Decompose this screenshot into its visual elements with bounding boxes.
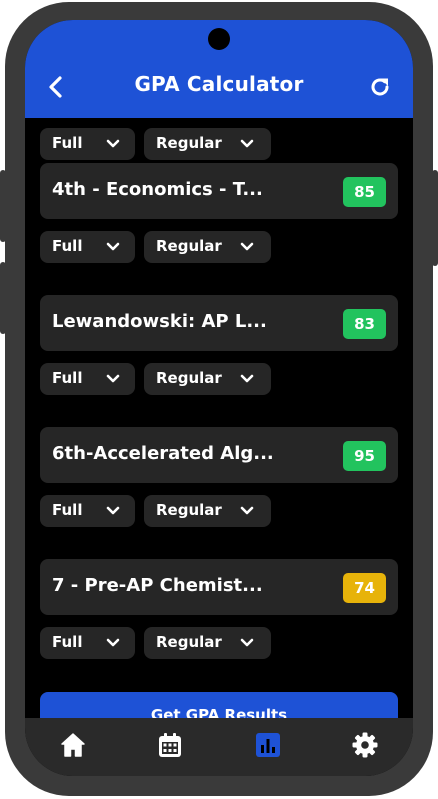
- credit-level-dropdown[interactable]: Full: [40, 128, 135, 160]
- home-icon: [61, 733, 85, 757]
- chevron-down-icon: [106, 374, 120, 383]
- chevron-down-icon: [240, 506, 254, 515]
- credit-level-dropdown[interactable]: Full: [40, 231, 135, 263]
- credit-level-label: Full: [52, 369, 83, 387]
- gear-icon: [352, 732, 378, 758]
- bar-chart-icon: [256, 733, 280, 757]
- credit-level-dropdown[interactable]: Full: [40, 627, 135, 659]
- course-card[interactable]: Lewandowski: AP L... 83: [40, 295, 398, 351]
- course-name: Lewandowski: AP L...: [52, 311, 267, 332]
- page-title: GPA Calculator: [134, 72, 304, 96]
- tab-calendar[interactable]: [155, 730, 185, 760]
- get-gpa-results-label: Get GPA Results: [150, 706, 288, 718]
- chevron-down-icon: [106, 139, 120, 148]
- course-type-label: Regular: [156, 134, 222, 152]
- credit-level-dropdown[interactable]: Full: [40, 495, 135, 527]
- phone-side-button: [432, 170, 438, 266]
- course-type-label: Regular: [156, 633, 222, 651]
- course-name: 6th-Accelerated Alg...: [52, 443, 274, 464]
- refresh-button[interactable]: [367, 74, 393, 100]
- refresh-icon: [371, 78, 389, 96]
- credit-level-label: Full: [52, 134, 83, 152]
- credit-level-label: Full: [52, 237, 83, 255]
- grade-badge: 83: [343, 309, 386, 339]
- tab-home[interactable]: [58, 730, 88, 760]
- course-type-dropdown[interactable]: Regular: [144, 231, 271, 263]
- course-type-dropdown[interactable]: Regular: [144, 627, 271, 659]
- app-screen: GPA Calculator Full Regular 4th - Econom…: [25, 20, 413, 776]
- tab-gpa[interactable]: [253, 730, 283, 760]
- phone-side-button: [0, 262, 6, 334]
- course-type-label: Regular: [156, 501, 222, 519]
- chevron-down-icon: [240, 242, 254, 251]
- chevron-down-icon: [240, 638, 254, 647]
- camera-notch: [208, 28, 230, 50]
- course-card[interactable]: 6th-Accelerated Alg... 95: [40, 427, 398, 483]
- credit-level-label: Full: [52, 501, 83, 519]
- grade-badge: 74: [343, 573, 386, 603]
- course-name: 7 - Pre-AP Chemist...: [52, 575, 263, 596]
- chevron-down-icon: [106, 506, 120, 515]
- grade-badge: 95: [343, 441, 386, 471]
- credit-level-dropdown[interactable]: Full: [40, 363, 135, 395]
- credit-level-label: Full: [52, 633, 83, 651]
- tab-settings[interactable]: [350, 730, 380, 760]
- course-type-dropdown[interactable]: Regular: [144, 128, 271, 160]
- calendar-icon: [159, 733, 181, 757]
- course-list[interactable]: Full Regular 4th - Economics - T... 85 F…: [25, 118, 413, 718]
- course-name: 4th - Economics - T...: [52, 179, 263, 200]
- chevron-down-icon: [106, 242, 120, 251]
- app-header: GPA Calculator: [25, 20, 413, 118]
- course-type-dropdown[interactable]: Regular: [144, 495, 271, 527]
- course-type-label: Regular: [156, 237, 222, 255]
- course-card[interactable]: 7 - Pre-AP Chemist... 74: [40, 559, 398, 615]
- phone-side-button: [0, 170, 6, 242]
- chevron-down-icon: [106, 638, 120, 647]
- course-card[interactable]: 4th - Economics - T... 85: [40, 163, 398, 219]
- chevron-down-icon: [240, 374, 254, 383]
- bottom-tab-bar: [25, 718, 413, 776]
- get-gpa-results-button[interactable]: Get GPA Results: [40, 692, 398, 718]
- grade-badge: 85: [343, 177, 386, 207]
- course-type-label: Regular: [156, 369, 222, 387]
- chevron-down-icon: [240, 139, 254, 148]
- course-type-dropdown[interactable]: Regular: [144, 363, 271, 395]
